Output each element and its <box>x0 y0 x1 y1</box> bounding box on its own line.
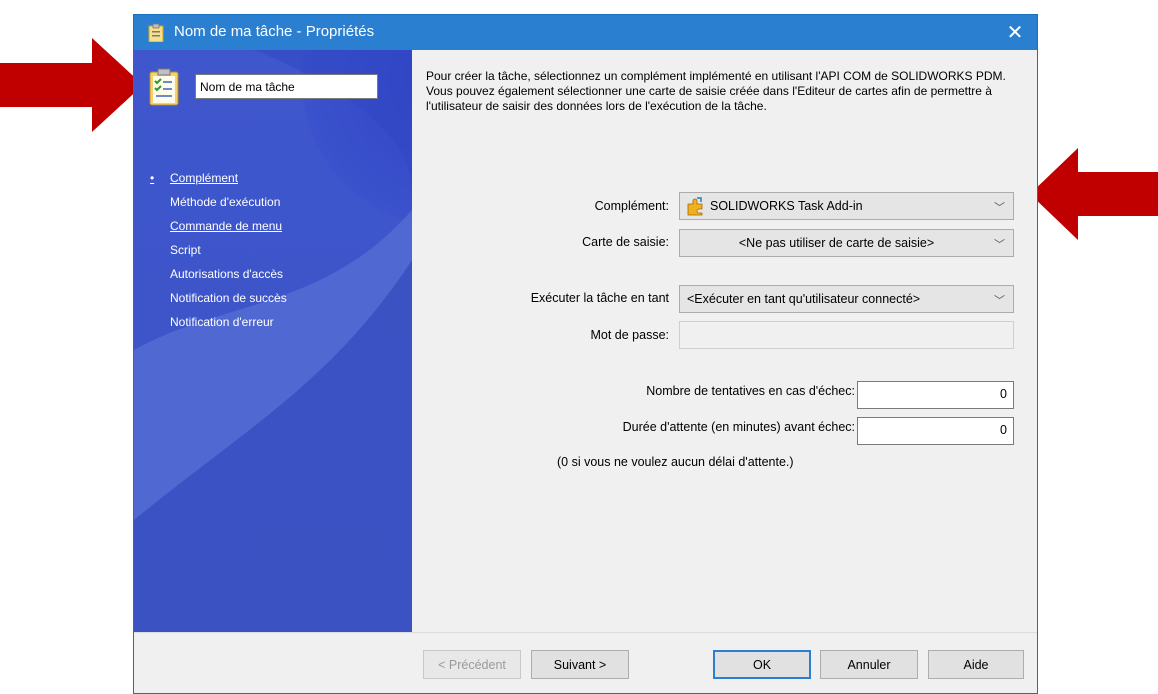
card-select[interactable]: <Ne pas utiliser de carte de saisie> ﹀ <box>679 229 1014 257</box>
addin-label: Complément: <box>594 199 669 213</box>
addin-select[interactable]: SOLIDWORKS Task Add-in ﹀ <box>679 192 1014 220</box>
retries-label: Nombre de tentatives en cas d'échec: <box>646 384 855 398</box>
nav-item-label: Notification d'erreur <box>170 315 274 329</box>
task-clipboard-icon <box>149 68 179 106</box>
chevron-down-icon: ﹀ <box>994 202 1005 214</box>
retries-field[interactable]: 0 <box>857 381 1014 409</box>
close-icon: ✕ <box>1006 22 1024 44</box>
task-name-input[interactable] <box>195 74 378 99</box>
timeout-hint: (0 si vous ne voulez aucun délai d'atten… <box>557 455 794 469</box>
description-text: Pour créer la tâche, sélectionnez un com… <box>426 69 1006 113</box>
nav-item-label: Commande de menu <box>170 219 283 233</box>
chevron-down-icon: ﹀ <box>994 295 1005 307</box>
timeout-label: Durée d'attente (en minutes) avant échec… <box>622 420 855 434</box>
addin-puzzle-icon <box>687 197 703 216</box>
nav-item-label: Complément <box>170 171 239 185</box>
card-value: <Ne pas utiliser de carte de saisie> <box>738 236 935 250</box>
selected-bullet: • <box>150 171 155 185</box>
nav-item-label: Méthode d'exécution <box>170 195 281 209</box>
previous-button[interactable]: < Précédent <box>423 650 521 679</box>
password-field <box>679 321 1014 349</box>
nav-item-label: Script <box>170 243 201 257</box>
window-title: Nom de ma tâche - Propriétés <box>174 23 375 40</box>
run-as-label: Exécuter la tâche en tant <box>530 291 669 305</box>
nav-item-label: Autorisations d'accès <box>170 267 284 281</box>
title-bar[interactable]: Nom de ma tâche - Propriétés ✕ <box>134 15 1037 50</box>
nav-item-execution-method: Méthode d'exécution <box>148 190 287 214</box>
password-label: Mot de passe: <box>590 328 669 342</box>
addin-value: SOLIDWORKS Task Add-in <box>710 199 863 213</box>
nav-item-success-notification: Notification de succès <box>148 286 287 310</box>
nav-item-access-permissions: Autorisations d'accès <box>148 262 287 286</box>
close-button[interactable]: ✕ <box>993 15 1037 50</box>
left-panel: • Complément Méthode d'exécution Command… <box>134 50 412 632</box>
red-arrow-left <box>0 38 143 132</box>
next-button[interactable]: Suivant > <box>531 650 629 679</box>
run-as-value: <Exécuter en tant qu'utilisateur connect… <box>687 292 921 306</box>
main-content: Pour créer la tâche, sélectionnez un com… <box>412 50 1037 632</box>
cancel-button[interactable]: Annuler <box>820 650 918 679</box>
nav-item-label: Notification de succès <box>170 291 287 305</box>
background-swirl <box>134 50 412 632</box>
timeout-field[interactable]: 0 <box>857 417 1014 445</box>
clipboard-icon <box>148 23 164 42</box>
chevron-down-icon: ﹀ <box>994 239 1005 251</box>
nav-item-error-notification: Notification d'erreur <box>148 310 287 334</box>
nav-item-script: Script <box>148 238 287 262</box>
help-button[interactable]: Aide <box>928 650 1024 679</box>
properties-dialog: Nom de ma tâche - Propriétés ✕ • Complém… <box>133 14 1038 694</box>
button-bar: < Précédent Suivant > OK Annuler Aide <box>134 632 1037 693</box>
nav-item-complement[interactable]: • Complément <box>148 166 287 190</box>
run-as-select[interactable]: <Exécuter en tant qu'utilisateur connect… <box>679 285 1014 313</box>
ok-button[interactable]: OK <box>713 650 811 679</box>
nav-item-menu-command[interactable]: Commande de menu <box>148 214 287 238</box>
card-label: Carte de saisie: <box>582 235 669 249</box>
red-arrow-right <box>1030 148 1158 240</box>
wizard-nav: • Complément Méthode d'exécution Command… <box>148 166 287 334</box>
